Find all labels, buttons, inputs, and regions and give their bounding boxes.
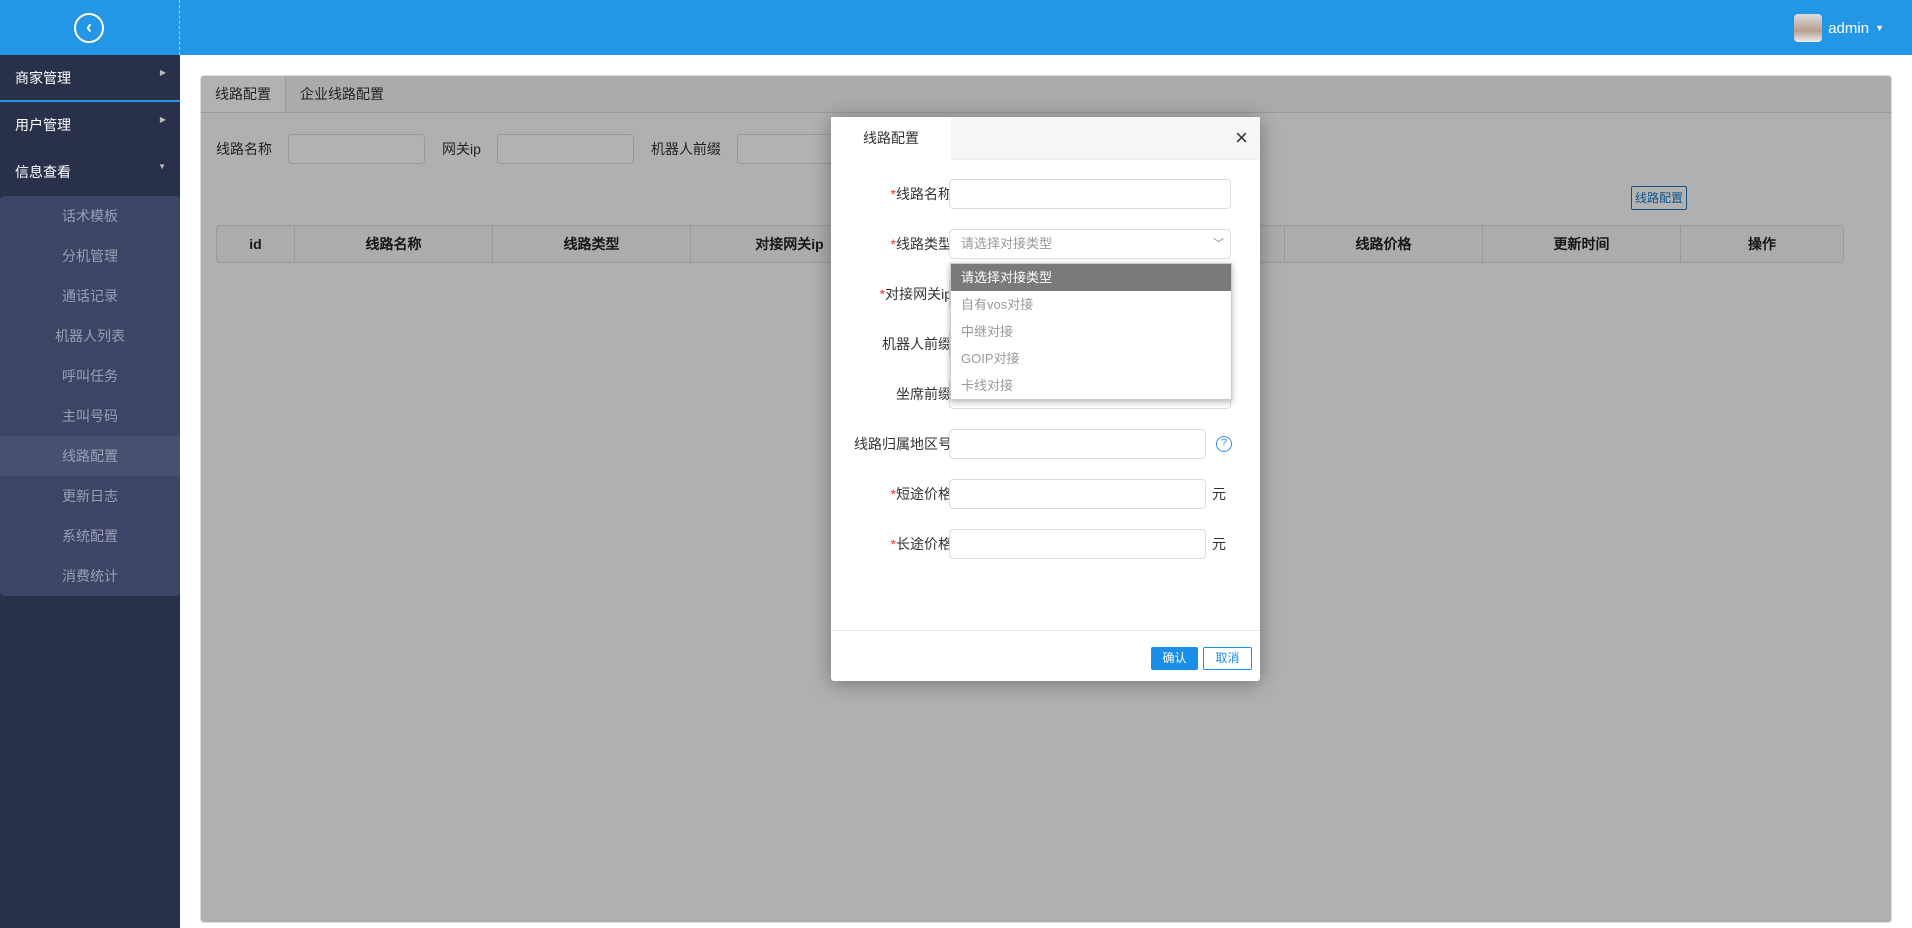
- submenu-item[interactable]: 更新日志: [0, 476, 180, 516]
- top-header: ‹ admin ▼: [0, 0, 1912, 55]
- caret-right-icon: ▶: [159, 115, 166, 124]
- field-label: *长途价格: [891, 529, 952, 559]
- confirm-button[interactable]: 确认: [1151, 647, 1198, 670]
- form-row-long-price: *长途价格 元: [831, 529, 1260, 559]
- caret-right-icon: ▶: [159, 68, 166, 77]
- chevron-down-icon: ▼: [1875, 23, 1884, 33]
- dialog-footer: 确认 取消: [831, 630, 1260, 681]
- field-label: 线路归属地区号: [854, 436, 952, 452]
- chevron-down-icon: ﹀: [1213, 238, 1224, 250]
- label-text: 对接网关ip: [885, 286, 952, 302]
- line-type-select[interactable]: 请选择对接类型 ﹀: [949, 229, 1231, 259]
- collapse-sidebar-icon[interactable]: ‹: [74, 13, 104, 43]
- form-row-area-code: 线路归属地区号 ?: [831, 429, 1260, 459]
- help-icon[interactable]: ?: [1216, 436, 1232, 452]
- label-text: 短途价格: [896, 486, 952, 502]
- label-text: 线路名称: [896, 186, 952, 202]
- menu-label: 用户管理: [15, 117, 71, 133]
- form-row-line-name: *线路名称: [831, 179, 1260, 209]
- submenu-item[interactable]: 消费统计: [0, 556, 180, 596]
- close-icon[interactable]: ×: [1235, 125, 1248, 151]
- menu-label: 信息查看: [15, 164, 71, 180]
- sidebar-item-users[interactable]: 用户管理 ▶: [0, 102, 180, 149]
- unit-label: 元: [1212, 486, 1226, 502]
- form-row-short-price: *短途价格 元: [831, 479, 1260, 509]
- submenu-item[interactable]: 机器人列表: [0, 316, 180, 356]
- submenu-item[interactable]: 系统配置: [0, 516, 180, 556]
- sidebar-item-merchant[interactable]: 商家管理 ▶: [0, 55, 180, 102]
- line-name-input[interactable]: [949, 179, 1231, 209]
- dropdown-option[interactable]: 卡线对接: [951, 372, 1231, 399]
- avatar: [1794, 14, 1823, 42]
- field-label: *短途价格: [891, 479, 952, 509]
- submenu-item[interactable]: 主叫号码: [0, 396, 180, 436]
- dropdown-option[interactable]: 自有vos对接: [951, 291, 1231, 318]
- caret-down-icon: ▼: [158, 162, 166, 171]
- line-type-dropdown: 请选择对接类型 自有vos对接 中继对接 GOIP对接 卡线对接: [950, 263, 1232, 400]
- submenu-item[interactable]: 通话记录: [0, 276, 180, 316]
- submenu-item[interactable]: 话术模板: [0, 196, 180, 236]
- username: admin: [1828, 19, 1870, 37]
- dropdown-option[interactable]: 请选择对接类型: [951, 264, 1231, 291]
- submenu-item[interactable]: 分机管理: [0, 236, 180, 276]
- dropdown-option[interactable]: 中继对接: [951, 318, 1231, 345]
- cancel-button[interactable]: 取消: [1203, 647, 1252, 670]
- dropdown-option[interactable]: GOIP对接: [951, 345, 1231, 372]
- long-price-input[interactable]: [949, 529, 1206, 559]
- submenu: 话术模板 分机管理 通话记录 机器人列表 呼叫任务 主叫号码 线路配置 更新日志…: [0, 196, 180, 596]
- dialog-header: 线路配置 ×: [831, 117, 1260, 161]
- line-config-dialog: 线路配置 × *线路名称 *线路类型 请选择对接类型 ﹀ *对接网关ip 机器人前…: [831, 117, 1260, 681]
- field-label: 机器人前缀: [882, 336, 952, 352]
- label-text: 长途价格: [896, 536, 952, 552]
- submenu-item[interactable]: 呼叫任务: [0, 356, 180, 396]
- field-label: *线路名称: [891, 179, 952, 209]
- label-text: 线路类型: [896, 236, 952, 252]
- sidebar: 商家管理 ▶ 用户管理 ▶ 信息查看 ▼ 话术模板 分机管理 通话记录 机器人列表 呼…: [0, 55, 180, 928]
- sidebar-item-info[interactable]: 信息查看 ▼: [0, 149, 180, 196]
- area-code-input[interactable]: [949, 429, 1206, 459]
- select-placeholder: 请选择对接类型: [961, 236, 1053, 251]
- field-label: *对接网关ip: [880, 279, 952, 309]
- menu-label: 商家管理: [15, 70, 71, 86]
- short-price-input[interactable]: [949, 479, 1206, 509]
- field-label: *线路类型: [891, 229, 952, 259]
- user-menu[interactable]: admin ▼: [1794, 14, 1884, 42]
- dialog-title: 线路配置: [831, 117, 951, 161]
- unit-label: 元: [1212, 536, 1226, 552]
- form-row-line-type: *线路类型 请选择对接类型 ﹀: [831, 229, 1260, 259]
- submenu-item-active[interactable]: 线路配置: [0, 436, 180, 476]
- field-label: 坐席前缀: [896, 386, 952, 402]
- header-logo-area: ‹: [0, 0, 180, 55]
